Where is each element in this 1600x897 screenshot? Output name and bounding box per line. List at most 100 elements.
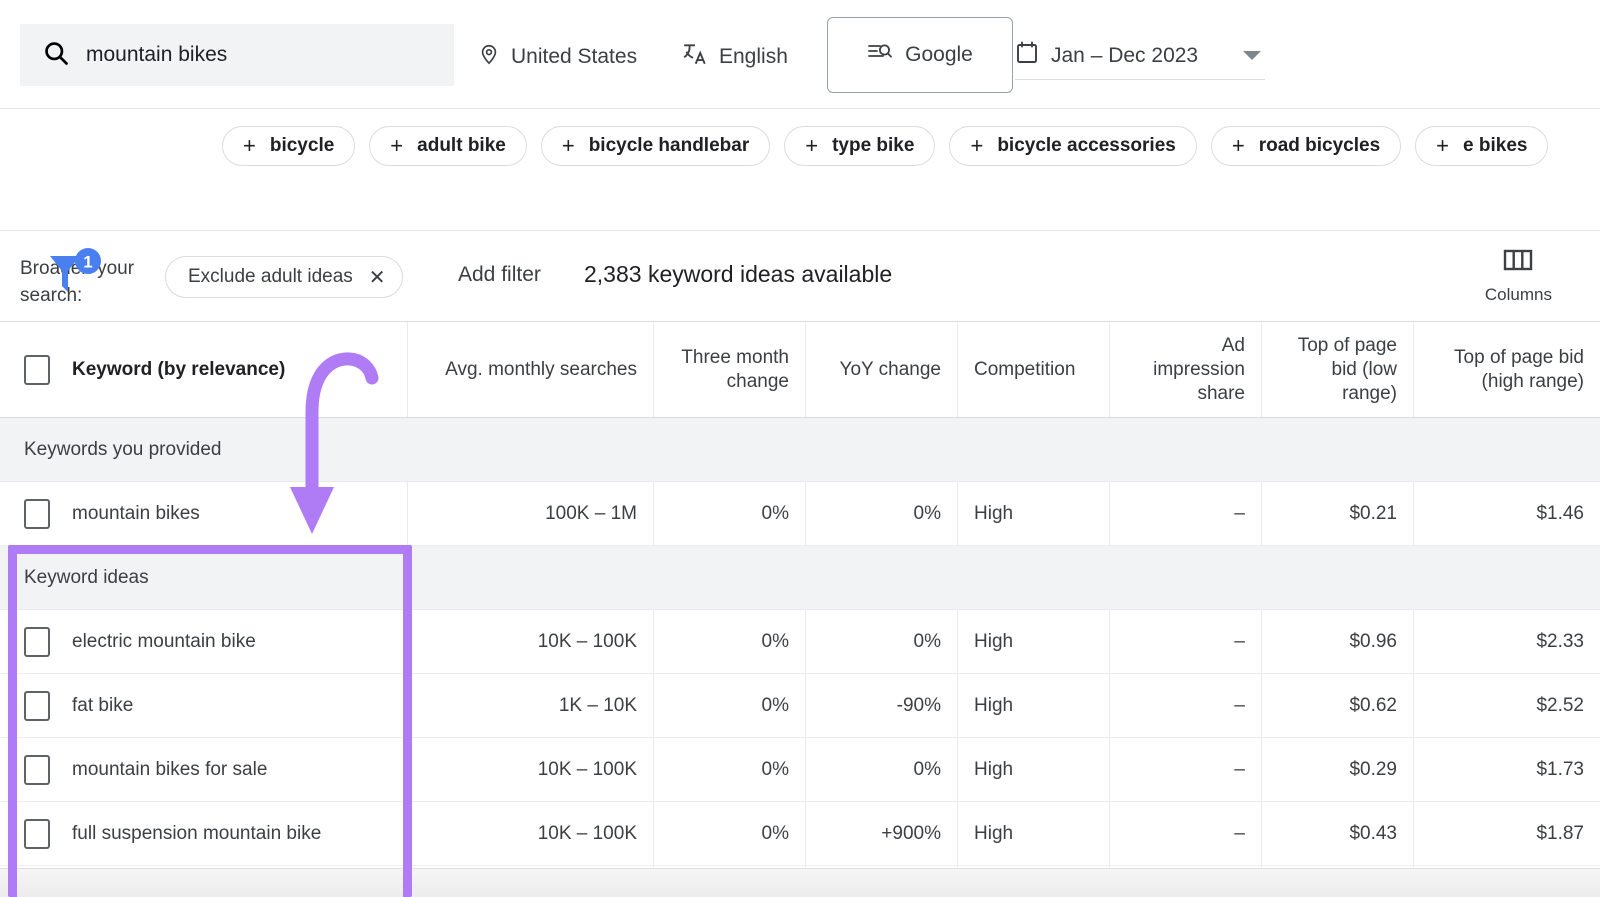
row-checkbox[interactable] — [24, 626, 50, 657]
broaden-chip-label: bicycle accessories — [997, 135, 1176, 156]
keyword-ideas-available-count: 2,383 keyword ideas available — [584, 261, 893, 287]
search-input[interactable] — [86, 43, 416, 67]
plus-icon: + — [390, 133, 404, 158]
search-box[interactable] — [20, 24, 454, 86]
location-selector[interactable]: United States — [478, 41, 637, 73]
active-filter-chip[interactable]: Exclude adult ideas ✕ — [165, 256, 403, 298]
column-header-bid-low[interactable]: Top of page bid (low range) — [1262, 322, 1414, 417]
search-icon — [42, 39, 70, 72]
keyword-label: mountain bikes for sale — [72, 758, 268, 780]
cell-avg-monthly-searches: 10K – 100K — [408, 610, 654, 673]
top-search-bar: United States English — [0, 0, 1600, 109]
cell-bid-low: $0.62 — [1262, 674, 1414, 737]
broaden-chip-label: adult bike — [417, 135, 506, 156]
language-label: English — [719, 45, 788, 68]
cell-keyword: fat bike — [0, 674, 408, 737]
cell-competition: High — [958, 610, 1110, 673]
horizontal-scrollbar[interactable] — [0, 868, 1600, 897]
date-range-selector[interactable]: Jan – Dec 2023 — [1015, 32, 1265, 80]
broaden-chip-label: type bike — [832, 135, 915, 156]
cell-bid-high: $1.73 — [1536, 758, 1584, 780]
cell-bid-low: $0.21 — [1262, 482, 1414, 545]
search-network-selector[interactable]: Google — [827, 17, 1013, 93]
cell-competition: High — [958, 738, 1110, 801]
column-header-keyword[interactable]: Keyword (by relevance) — [0, 322, 408, 417]
plus-icon: + — [1231, 133, 1245, 158]
row-checkbox[interactable] — [24, 690, 50, 721]
cell-three-month-change: 0% — [654, 674, 806, 737]
table-group-label: Keyword ideas — [24, 566, 149, 588]
column-header-ad-impression-share[interactable]: Ad impression share — [1110, 322, 1262, 417]
cell-yoy-change: 0% — [806, 610, 958, 673]
broaden-chip[interactable]: + type bike — [784, 126, 936, 166]
broaden-chip-label: bicycle — [269, 135, 335, 156]
filter-button[interactable]: 1 — [46, 248, 108, 302]
table-header-row: Keyword (by relevance) Avg. monthly sear… — [0, 322, 1600, 418]
keyword-label: fat bike — [72, 694, 134, 716]
column-header-competition[interactable]: Competition — [958, 322, 1110, 417]
cell-bid-high: $2.33 — [1536, 630, 1584, 652]
location-pin-icon — [478, 41, 500, 73]
table-row[interactable]: mountain bikes for sale 10K – 100K 0% 0% Hig… — [0, 738, 1600, 802]
broaden-chip-label: bicycle handlebar — [588, 135, 750, 156]
keyword-label: mountain bikes — [72, 502, 200, 524]
table-row[interactable]: electric mountain bike 10K – 100K 0% 0% High… — [0, 610, 1600, 674]
table-row[interactable]: mountain bikes 100K – 1M 0% 0% High – $0.21 $1.… — [0, 482, 1600, 546]
plus-icon: + — [970, 133, 984, 158]
date-range-label: Jan – Dec 2023 — [1051, 43, 1199, 67]
column-header-bid-high[interactable]: Top of page bid (high range) — [1414, 322, 1600, 417]
cell-ad-impression-share: – — [1110, 610, 1262, 673]
cell-avg-monthly-searches: 1K – 10K — [408, 674, 654, 737]
cell-bid-high: $1.46 — [1536, 502, 1584, 524]
cell-three-month-change: 0% — [654, 482, 806, 545]
search-network-icon — [867, 41, 893, 69]
column-header-avg-monthly-searches[interactable]: Avg. monthly searches — [408, 322, 654, 417]
translate-icon — [682, 41, 708, 73]
broaden-chip-list: + bicycle + adult bike + bicycle handlebar + ty… — [222, 126, 1582, 166]
select-all-checkbox[interactable] — [24, 354, 50, 385]
table-row[interactable]: full suspension mountain bike 10K – 100K 0… — [0, 802, 1600, 866]
broaden-chip[interactable]: + road bicycles — [1210, 126, 1402, 166]
broaden-chip[interactable]: + adult bike — [369, 126, 527, 166]
broaden-chip-label: road bicycles — [1258, 135, 1381, 156]
cell-competition: High — [958, 482, 1110, 545]
broaden-chip[interactable]: + bicycle handlebar — [540, 126, 771, 166]
column-header-yoy-change[interactable]: YoY change — [806, 322, 958, 417]
cell-ad-impression-share: – — [1110, 674, 1262, 737]
chevron-down-icon[interactable] — [1243, 51, 1261, 60]
active-filter-label: Exclude adult ideas — [188, 266, 353, 287]
columns-label: Columns — [1484, 285, 1552, 304]
table-group-label: Keywords you provided — [24, 438, 222, 460]
plus-icon: + — [1436, 133, 1450, 158]
filter-badge-count: 1 — [83, 253, 92, 272]
row-checkbox[interactable] — [24, 498, 50, 529]
broaden-chip[interactable]: + bicycle accessories — [949, 126, 1197, 166]
cell-ad-impression-share: – — [1110, 482, 1262, 545]
row-checkbox[interactable] — [24, 754, 50, 785]
cell-competition: High — [958, 674, 1110, 737]
table-body: Keywords you provided mountain bikes 100K … — [0, 418, 1600, 897]
keyword-planner-screen: United States English — [0, 0, 1600, 897]
cell-yoy-change: 0% — [806, 738, 958, 801]
cell-three-month-change: 0% — [654, 738, 806, 801]
cell-bid-high: $2.52 — [1536, 694, 1584, 716]
table-row[interactable]: fat bike 1K – 10K 0% -90% High – $0.62 $2.52 — [0, 674, 1600, 738]
cell-avg-monthly-searches: 100K – 1M — [408, 482, 654, 545]
cell-keyword: mountain bikes — [0, 482, 408, 545]
columns-icon — [1503, 248, 1533, 279]
cell-avg-monthly-searches: 10K – 100K — [408, 802, 654, 865]
column-header-keyword-label: Keyword (by relevance) — [72, 358, 286, 380]
cell-bid-high: $1.87 — [1536, 822, 1584, 844]
language-selector[interactable]: English — [682, 41, 788, 73]
location-label: United States — [511, 45, 638, 68]
columns-button[interactable]: Columns — [1485, 248, 1552, 305]
table-group-header: Keywords you provided — [0, 418, 1600, 482]
row-checkbox[interactable] — [24, 818, 50, 849]
close-icon[interactable]: ✕ — [369, 265, 386, 290]
broaden-chip-label: e bikes — [1463, 135, 1528, 156]
broaden-chip[interactable]: + bicycle — [222, 126, 356, 166]
column-header-three-month-change[interactable]: Three month change — [654, 322, 806, 417]
broaden-chip[interactable]: + e bikes — [1415, 126, 1549, 166]
cell-keyword: full suspension mountain bike — [0, 802, 408, 865]
add-filter-button[interactable]: Add filter — [458, 263, 541, 287]
